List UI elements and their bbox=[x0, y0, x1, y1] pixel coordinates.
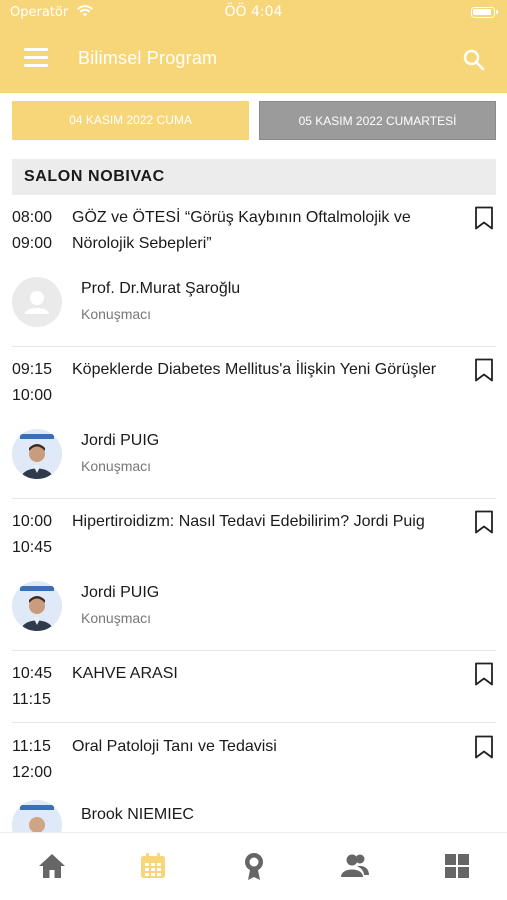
divider bbox=[12, 346, 496, 347]
hall-header: SALON NOBIVAC bbox=[12, 159, 496, 195]
speaker-role: Konuşmacı bbox=[81, 610, 152, 626]
session-times: 08:00 09:00 bbox=[12, 205, 52, 257]
tab-date-2[interactable]: 05 KASIM 2022 CUMARTESİ bbox=[259, 101, 496, 140]
speaker-name[interactable]: Prof. Dr.Murat Şaroğlu bbox=[81, 280, 240, 298]
session-title: KAHVE ARASI bbox=[72, 665, 178, 682]
speaker-name[interactable]: Jordi PUIG bbox=[81, 584, 159, 602]
session-times: 09:15 10:00 bbox=[12, 357, 52, 409]
people-icon[interactable] bbox=[340, 851, 370, 881]
speaker-photo bbox=[12, 581, 62, 631]
app-header: Operatör ÖÖ 4:04 Bilimsel Program bbox=[0, 0, 507, 93]
speaker-name[interactable]: Jordi PUIG bbox=[81, 432, 159, 450]
avatar bbox=[12, 581, 62, 631]
start-time: 08:00 bbox=[12, 209, 53, 226]
bookmark-icon[interactable] bbox=[473, 358, 495, 382]
bookmark-icon[interactable] bbox=[473, 206, 495, 230]
battery-icon bbox=[471, 7, 498, 18]
bookmark-icon[interactable] bbox=[473, 662, 495, 686]
search-icon[interactable] bbox=[462, 48, 486, 72]
home-icon[interactable] bbox=[37, 851, 67, 881]
start-time: 10:00 bbox=[12, 513, 53, 530]
session-title: Oral Patoloji Tanı ve Tedavisi bbox=[72, 738, 277, 755]
avatar bbox=[12, 277, 62, 327]
end-time: 12:00 bbox=[12, 764, 53, 781]
start-time: 11:15 bbox=[12, 738, 51, 755]
calendar-icon[interactable] bbox=[138, 851, 168, 881]
page-title: Bilimsel Program bbox=[78, 48, 218, 68]
speaker-role: Konuşmacı bbox=[81, 306, 152, 322]
tab-date-1[interactable]: 04 KASIM 2022 CUMA bbox=[12, 101, 249, 140]
speaker-role: Konuşmacı bbox=[81, 458, 152, 474]
speaker-name[interactable]: Brook NIEMIEC bbox=[81, 806, 194, 824]
divider bbox=[12, 498, 496, 499]
user-placeholder-icon bbox=[25, 291, 49, 314]
start-time: 09:15 bbox=[12, 361, 53, 378]
status-bar: Operatör ÖÖ 4:04 bbox=[0, 0, 507, 28]
hamburger-menu-icon[interactable] bbox=[24, 48, 48, 68]
divider bbox=[12, 722, 496, 723]
bookmark-icon[interactable] bbox=[473, 510, 495, 534]
session-title: Hipertiroidizm: Nasıl Tedavi Edebilirim?… bbox=[72, 513, 425, 530]
end-time: 11:15 bbox=[12, 691, 51, 708]
speaker-photo bbox=[12, 429, 62, 479]
session-title: GÖZ ve ÖTESİ “Görüş Kaybının Oftalmoloji… bbox=[72, 209, 411, 252]
grid-icon[interactable] bbox=[442, 851, 472, 881]
divider bbox=[12, 650, 496, 651]
session-times: 11:15 12:00 bbox=[12, 734, 52, 786]
end-time: 10:45 bbox=[12, 539, 53, 556]
session-title: Köpeklerde Diabetes Mellitus'a İlişkin Y… bbox=[72, 361, 437, 378]
bookmark-icon[interactable] bbox=[473, 735, 495, 759]
award-icon[interactable] bbox=[239, 851, 269, 881]
end-time: 09:00 bbox=[12, 235, 53, 252]
session-times: 10:45 11:15 bbox=[12, 661, 52, 713]
bottom-tab-bar bbox=[0, 832, 507, 900]
end-time: 10:00 bbox=[12, 387, 53, 404]
avatar bbox=[12, 429, 62, 479]
session-times: 10:00 10:45 bbox=[12, 509, 52, 561]
start-time: 10:45 bbox=[12, 665, 53, 682]
clock: ÖÖ 4:04 bbox=[224, 4, 283, 20]
